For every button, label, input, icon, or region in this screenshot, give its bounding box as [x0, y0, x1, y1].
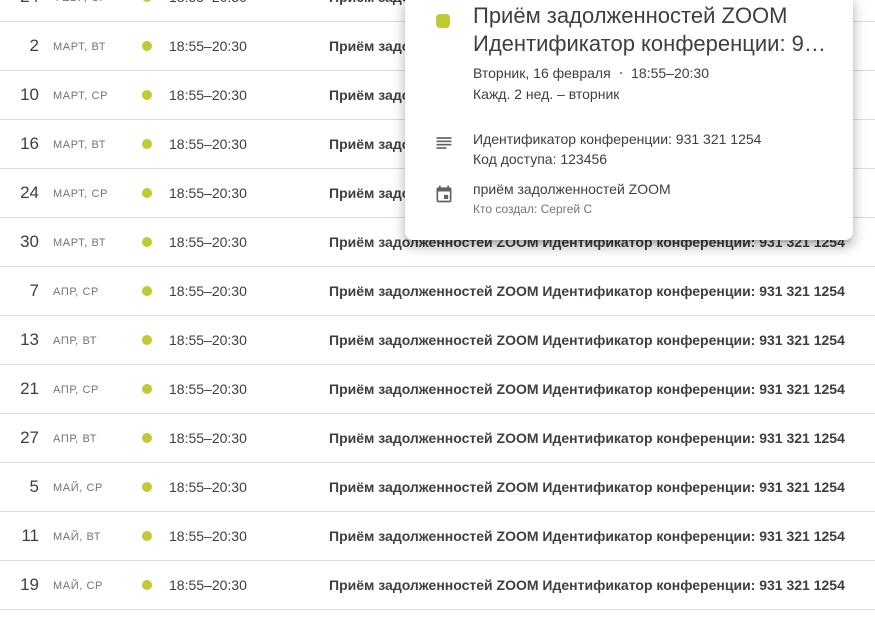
day-number[interactable]: 24 — [0, 169, 39, 217]
event-color-dot — [142, 139, 152, 149]
day-number[interactable]: 2 — [0, 22, 39, 70]
month-weekday: апр, ср — [53, 384, 99, 396]
day-number[interactable]: 13 — [0, 316, 39, 364]
day-number[interactable]: 30 — [0, 218, 39, 266]
event-time: 18:55–20:30 — [169, 0, 247, 21]
event-title-line1: Приём задолженностей ZOOM — [473, 3, 788, 28]
month-weekday: март, вт — [53, 237, 107, 249]
description-access-code: Код доступа: 123456 — [473, 151, 608, 167]
event-color-dot — [142, 41, 152, 51]
day-number[interactable]: 19 — [0, 561, 39, 609]
event-time: 18:55–20:30 — [169, 87, 247, 103]
month-weekday: март, вт — [53, 139, 107, 151]
month-weekday: май, вт — [53, 531, 102, 543]
event-title[interactable]: Приём задолженностей ZOOM Идентификатор … — [329, 561, 849, 609]
event-color-dot — [142, 580, 152, 590]
event-title[interactable]: Приём задолженностей ZOOM Идентификатор … — [329, 267, 849, 315]
event-time: 18:55–20:30 — [169, 38, 247, 54]
event-time: 18:55–20:30 — [169, 136, 247, 152]
event-title[interactable]: Приём задолженностей ZOOM Идентификатор … — [329, 414, 849, 462]
event-color-dot — [142, 90, 152, 100]
event-time: 18:55–20:30 — [169, 381, 247, 397]
event-time: 18:55–20:30 — [169, 528, 247, 544]
calendar-icon — [436, 185, 452, 203]
event-recurrence: Кажд. 2 нед. – вторник — [473, 86, 620, 102]
agenda-row[interactable]: 21 апр, ср 18:55–20:30 Приём задолженностей… — [0, 365, 875, 414]
event-color-dot — [142, 433, 152, 443]
event-color-dot — [142, 482, 152, 492]
agenda-row[interactable]: 5 май, ср 18:55–20:30 Приём задолженностей … — [0, 463, 875, 512]
day-number[interactable]: 27 — [0, 414, 39, 462]
month-weekday: март, вт — [53, 41, 107, 53]
event-title: Приём задолженностей ZOOM Идентификатор … — [473, 2, 835, 58]
event-description: Идентификатор конференции: 931 321 1254 … — [473, 129, 761, 169]
month-weekday: март, ср — [53, 188, 109, 200]
event-title[interactable]: Приём задолженностей ZOOM Идентификатор … — [329, 512, 849, 560]
agenda-row[interactable]: 11 май, вт 18:55–20:30 Приём задолженностей… — [0, 512, 875, 561]
agenda-row[interactable]: 27 апр, вт 18:55–20:30 Приём задолженностей… — [0, 414, 875, 463]
event-time: 18:55–20:30 — [169, 283, 247, 299]
month-weekday: май, ср — [53, 482, 103, 494]
event-time: 18:55–20:30 — [169, 577, 247, 593]
event-datetime: Вторник, 16 февраля ⋅ 18:55–20:30 — [473, 65, 709, 82]
event-title[interactable]: Приём задолженностей ZOOM Идентификатор … — [329, 365, 849, 413]
calendar-name: приём задолженностей ZOOM — [473, 181, 671, 197]
month-weekday: апр, вт — [53, 335, 98, 347]
agenda-row[interactable]: 19 май, ср 18:55–20:30 Приём задолженностей… — [0, 561, 875, 610]
event-time: 18:55–20:30 — [169, 332, 247, 348]
day-number[interactable]: 5 — [0, 463, 39, 511]
event-time: 18:55–20:30 — [169, 479, 247, 495]
event-color-dot — [142, 384, 152, 394]
day-number[interactable]: 21 — [0, 365, 39, 413]
month-weekday: апр, вт — [53, 433, 98, 445]
event-time: 18:55–20:30 — [169, 185, 247, 201]
notes-icon — [436, 137, 452, 149]
event-color-dot — [142, 335, 152, 345]
month-weekday: апр, ср — [53, 286, 99, 298]
event-time: 18:55–20:30 — [631, 65, 709, 81]
month-weekday: март, ср — [53, 90, 109, 102]
day-number[interactable]: 10 — [0, 71, 39, 119]
day-number[interactable]: 24 — [0, 0, 39, 21]
event-title[interactable]: Приём задолженностей ZOOM Идентификатор … — [329, 316, 849, 364]
event-color-dot — [142, 0, 152, 2]
datetime-separator: ⋅ — [618, 65, 624, 81]
event-creator: Кто создал: Сергей С — [473, 202, 593, 216]
event-color-swatch — [436, 14, 450, 28]
event-date: Вторник, 16 февраля — [473, 65, 611, 81]
event-time: 18:55–20:30 — [169, 430, 247, 446]
event-color-dot — [142, 188, 152, 198]
event-title-line2: Идентификатор конференции: 931 321 1254 — [473, 31, 835, 56]
day-number[interactable]: 7 — [0, 267, 39, 315]
agenda-row[interactable]: 13 апр, вт 18:55–20:30 Приём задолженностей… — [0, 316, 875, 365]
day-number[interactable]: 11 — [0, 512, 39, 560]
day-number[interactable]: 16 — [0, 120, 39, 168]
event-time: 18:55–20:30 — [169, 234, 247, 250]
month-weekday: февр, ср — [53, 0, 108, 21]
agenda-row[interactable]: 7 апр, ср 18:55–20:30 Приём задолженностей … — [0, 267, 875, 316]
month-weekday: май, ср — [53, 580, 103, 592]
event-title[interactable]: Приём задолженностей ZOOM Идентификатор … — [329, 463, 849, 511]
event-color-dot — [142, 286, 152, 296]
event-color-dot — [142, 237, 152, 247]
description-conference-id: Идентификатор конференции: 931 321 1254 — [473, 131, 762, 147]
event-details-popup: Приём задолженностей ZOOM Идентификатор … — [405, 0, 853, 240]
event-color-dot — [142, 531, 152, 541]
